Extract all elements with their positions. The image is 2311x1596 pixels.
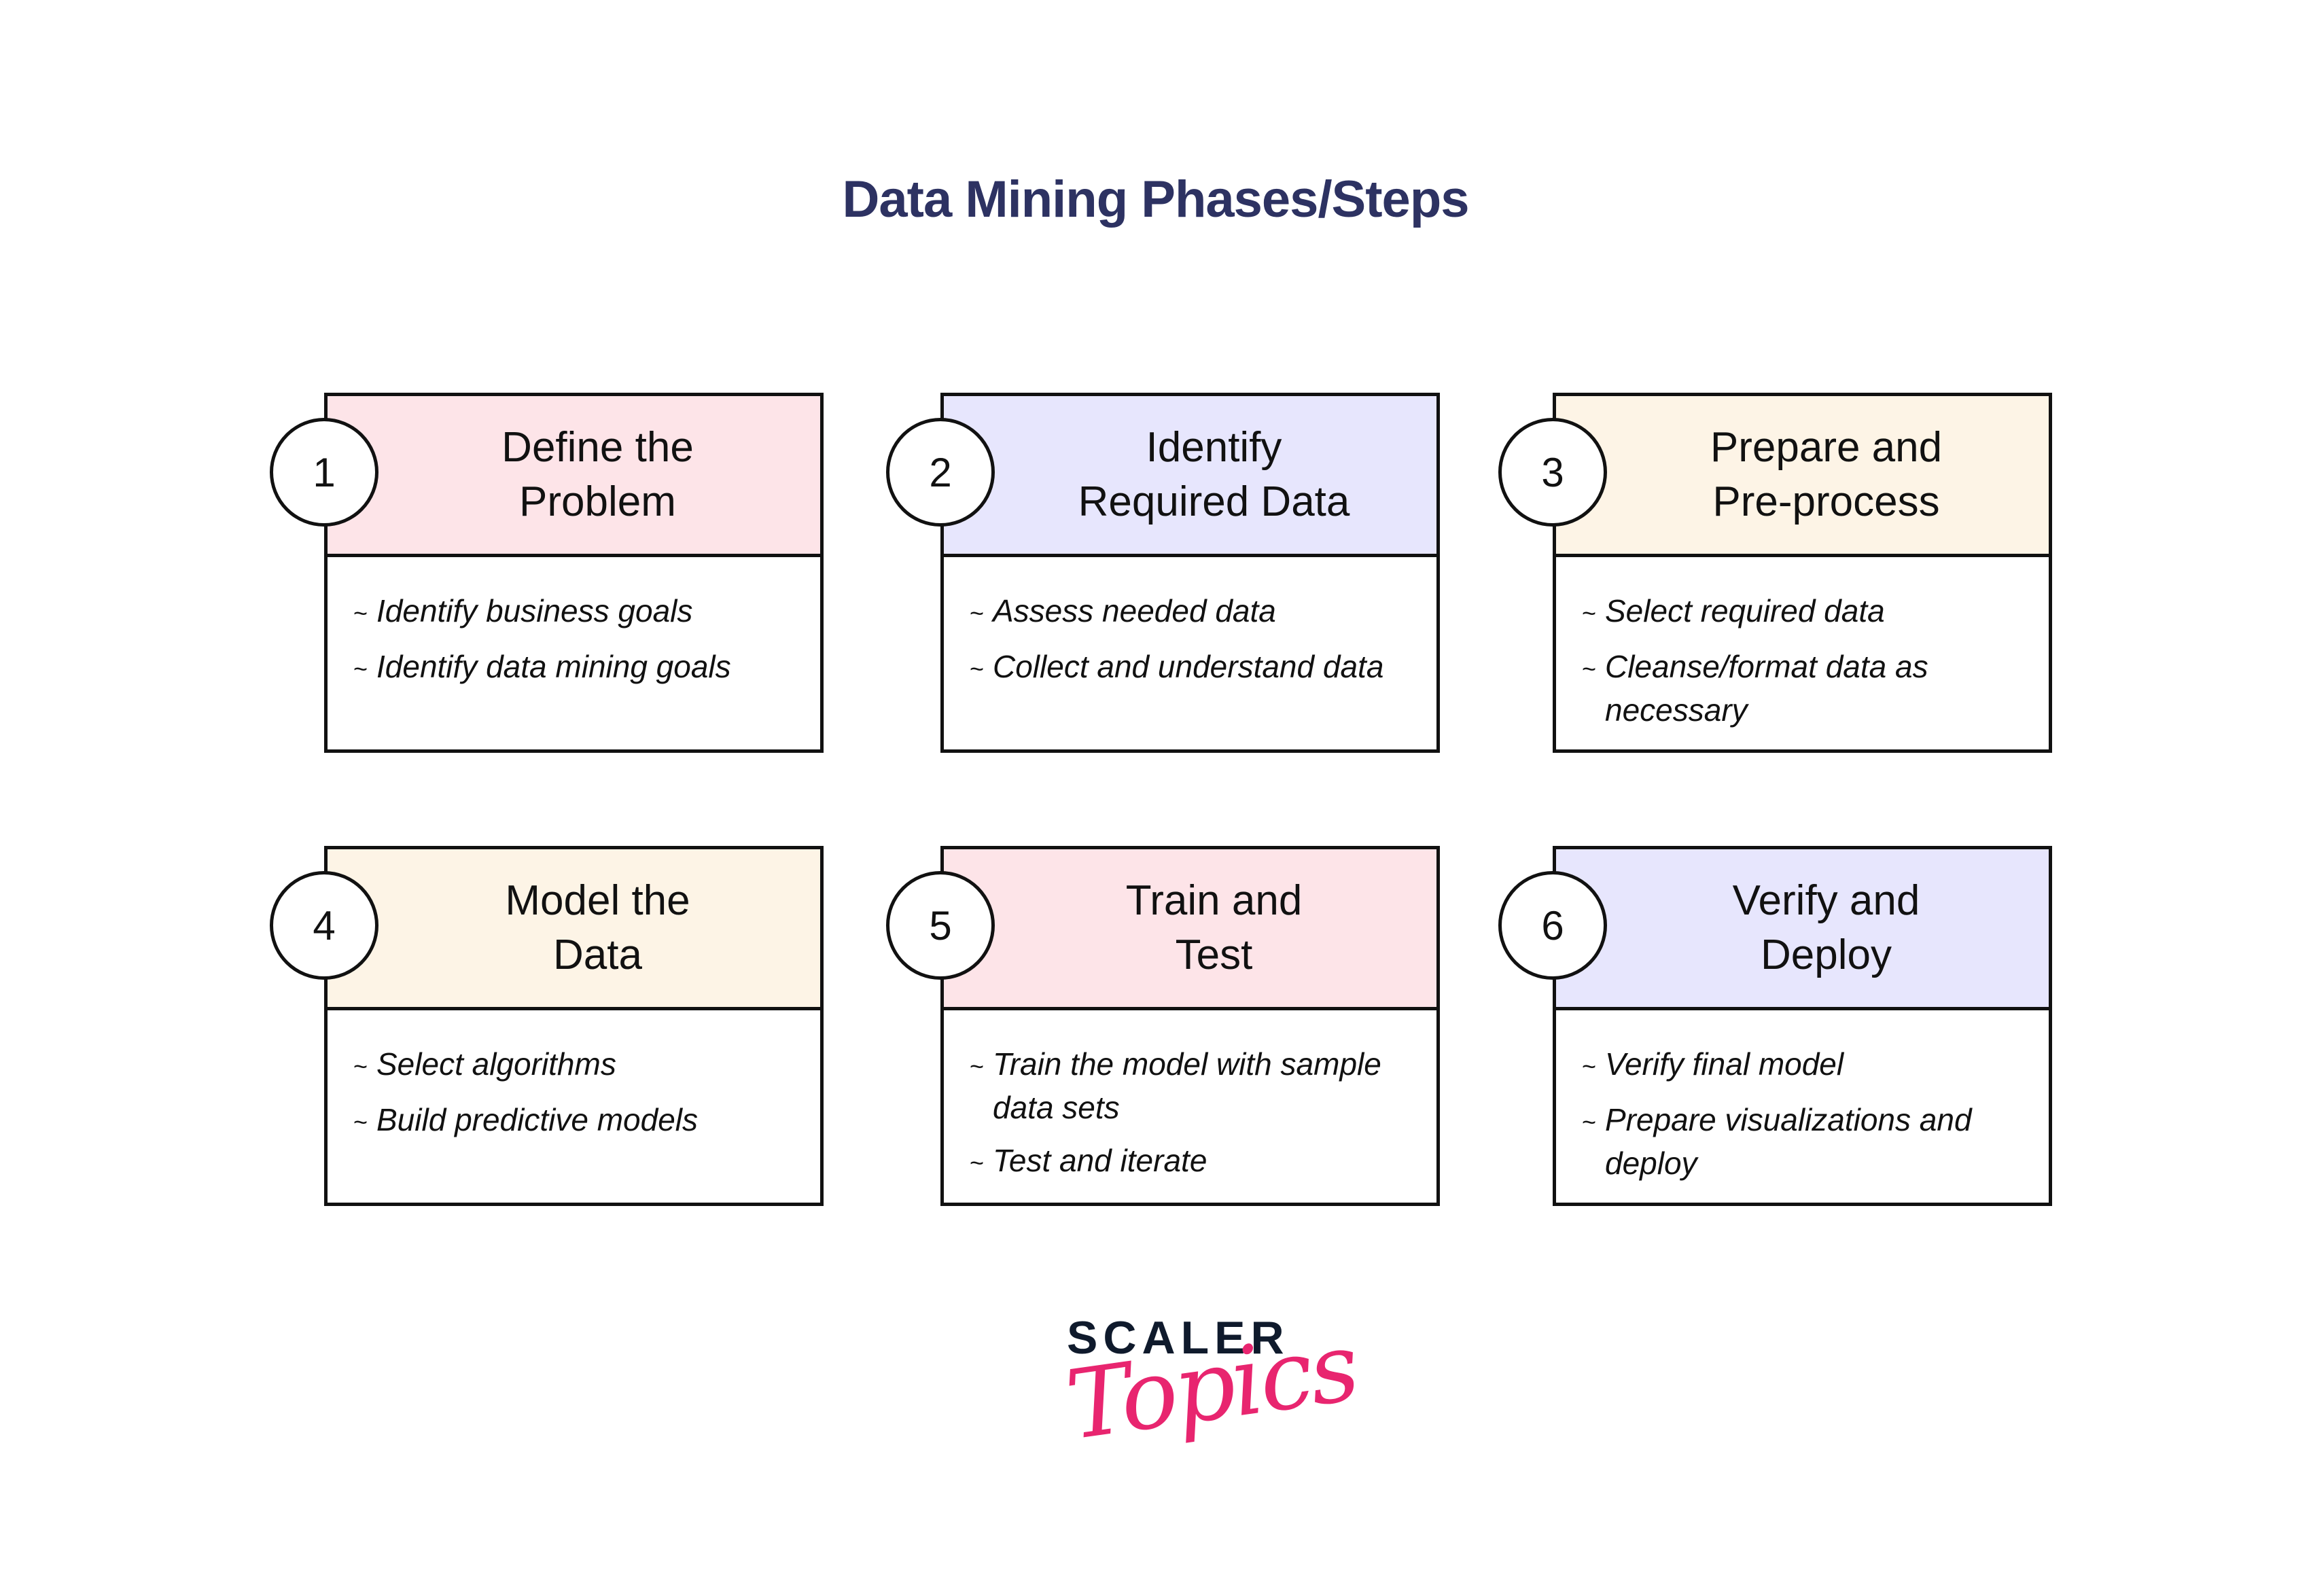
step-header: Verify and Deploy	[1556, 849, 2049, 1010]
step-body: ~ Select algorithms ~ Build predictive mode…	[328, 1014, 820, 1203]
tilde-marker: ~	[1582, 599, 1597, 627]
step-body: ~ Identify business goals ~ Identify data m…	[328, 561, 820, 749]
step-card: Model the Data ~ Select algorithms ~ Build p…	[324, 846, 824, 1206]
tilde-marker: ~	[353, 655, 368, 683]
step-bullet: ~ Select required data	[1582, 590, 2028, 634]
step-number-badge: 6	[1498, 871, 1607, 980]
step-bullet-text: Collect and understand data	[993, 649, 1384, 684]
step-header: Train and Test	[944, 849, 1436, 1010]
step-bullet: ~ Assess needed data	[970, 590, 1416, 634]
step-bullet-text: Select required data	[1605, 593, 1885, 628]
step-card: Define the Problem ~ Identify business goa…	[324, 393, 824, 753]
step-heading: Verify and Deploy	[1732, 877, 1920, 978]
step-bullet-text: Build predictive models	[376, 1102, 699, 1137]
step-body: ~ Assess needed data ~ Collect and understa…	[944, 561, 1436, 749]
step-bullet-text: Select algorithms	[376, 1046, 616, 1082]
tilde-marker: ~	[353, 599, 368, 627]
step-bullet-text: Verify final model	[1605, 1046, 1844, 1082]
step-heading: Prepare and Pre-process	[1710, 424, 1943, 525]
step-bullet: ~ Cleanse/format data as necessary	[1582, 646, 2028, 730]
tilde-marker: ~	[353, 1108, 368, 1136]
step-bullet: ~ Identify business goals	[353, 590, 800, 634]
tilde-marker: ~	[1582, 1052, 1597, 1080]
step-number-badge: 2	[886, 418, 995, 527]
tilde-marker: ~	[970, 1052, 985, 1080]
step-number-badge: 4	[270, 871, 378, 980]
step-card: Identify Required Data ~ Assess needed dat…	[940, 393, 1440, 753]
step-bullet: ~ Collect and understand data	[970, 646, 1416, 690]
step-header: Model the Data	[328, 849, 820, 1010]
step-bullet-text: Train the model with sample data sets	[993, 1046, 1381, 1125]
tilde-marker: ~	[970, 1149, 985, 1177]
step-bullet: ~ Train the model with sample data sets	[970, 1044, 1416, 1128]
step-bullet: ~ Test and iterate	[970, 1140, 1416, 1184]
step-body: ~ Select required data ~ Cleanse/format dat…	[1556, 561, 2049, 749]
step-header: Identify Required Data	[944, 396, 1436, 557]
step-bullet: ~ Select algorithms	[353, 1044, 800, 1087]
step-number-badge: 1	[270, 418, 378, 527]
step-bullet-text: Test and iterate	[993, 1143, 1207, 1178]
step-card: Prepare and Pre-process ~ Select required …	[1553, 393, 2052, 753]
step-header: Prepare and Pre-process	[1556, 396, 2049, 557]
step-number-badge: 3	[1498, 418, 1607, 527]
step-heading: Train and Test	[1125, 877, 1303, 978]
tilde-marker: ~	[970, 655, 985, 683]
step-bullet-text: Assess needed data	[993, 593, 1276, 628]
step-bullet: ~ Build predictive models	[353, 1099, 800, 1143]
step-bullet-text: Prepare visualizations and deploy	[1605, 1102, 1972, 1181]
step-bullet: ~ Verify final model	[1582, 1044, 2028, 1087]
step-heading: Identify Required Data	[1078, 424, 1350, 525]
tilde-marker: ~	[1582, 655, 1597, 683]
step-number-badge: 5	[886, 871, 995, 980]
step-header: Define the Problem	[328, 396, 820, 557]
scaler-topics-logo: SCALER Topics	[1040, 1311, 1363, 1488]
step-heading: Define the Problem	[501, 424, 694, 525]
step-bullet: ~ Prepare visualizations and deploy	[1582, 1099, 2028, 1184]
step-bullet: ~ Identify data mining goals	[353, 646, 800, 690]
tilde-marker: ~	[970, 599, 985, 627]
step-bullet-text: Identify data mining goals	[376, 649, 731, 684]
step-body: ~ Verify final model ~ Prepare visualizatio…	[1556, 1014, 2049, 1203]
step-heading: Model the Data	[505, 877, 690, 978]
step-bullet-text: Cleanse/format data as necessary	[1605, 649, 1928, 728]
tilde-marker: ~	[353, 1052, 368, 1080]
step-card: Train and Test ~ Train the model with samp…	[940, 846, 1440, 1206]
step-body: ~ Train the model with sample data sets ~ T…	[944, 1014, 1436, 1203]
step-card: Verify and Deploy ~ Verify final model ~ Pre…	[1553, 846, 2052, 1206]
step-bullet-text: Identify business goals	[376, 593, 693, 628]
diagram-title: Data Mining Phases/Steps	[842, 171, 1469, 228]
tilde-marker: ~	[1582, 1108, 1597, 1136]
